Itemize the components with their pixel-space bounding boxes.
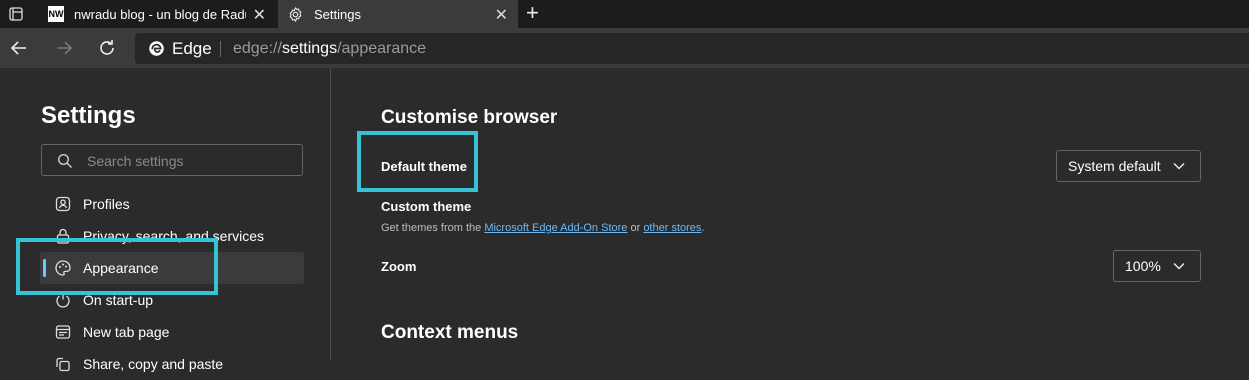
custom-theme-label: Custom theme <box>381 199 472 214</box>
chevron-down-icon <box>1172 259 1186 273</box>
search-input[interactable]: Search settings <box>41 144 303 176</box>
back-arrow-icon <box>10 41 26 55</box>
address-separator <box>220 41 221 57</box>
default-theme-dropdown[interactable]: System default <box>1056 150 1201 182</box>
sidebar-item-new-tab-page[interactable]: New tab page <box>40 316 304 348</box>
close-tab-icon[interactable]: ✕ <box>253 5 266 25</box>
address-bar[interactable]: Edge edge://settings/appearance <box>135 33 1249 64</box>
tab-label: nwradu blog - un blog de Radu Z <box>74 6 246 22</box>
new-tab-button[interactable]: + <box>526 0 539 26</box>
refresh-button[interactable] <box>95 36 119 60</box>
settings-main: Customise browser Default theme System d… <box>331 68 1249 361</box>
sidebar-item-share-copy-paste[interactable]: Share, copy and paste <box>40 348 304 380</box>
close-tab-icon[interactable]: ✕ <box>495 5 508 25</box>
chevron-down-icon <box>1172 159 1186 173</box>
edge-brand-label: Edge <box>172 39 212 58</box>
share-icon <box>54 355 72 373</box>
url-text[interactable]: edge://settings/appearance <box>233 40 426 58</box>
zoom-dropdown[interactable]: 100% <box>1113 250 1201 282</box>
tab-settings[interactable]: Settings ✕ <box>278 0 518 28</box>
highlight-box-appearance <box>16 238 218 295</box>
other-stores-link[interactable]: other stores <box>643 222 701 234</box>
default-theme-value: System default <box>1068 158 1161 174</box>
sidebar-item-label: Share, copy and paste <box>83 356 224 372</box>
back-button[interactable] <box>7 36 31 60</box>
zoom-label: Zoom <box>381 259 417 274</box>
sidebar-item-label: Profiles <box>83 196 130 212</box>
search-placeholder: Search settings <box>87 153 184 169</box>
sidebar-item-profiles[interactable]: Profiles <box>40 188 304 220</box>
edge-logo-icon <box>148 40 165 57</box>
sidebar-item-label: New tab page <box>83 324 170 340</box>
section-title-context-menus: Context menus <box>381 322 519 343</box>
zoom-value: 100% <box>1125 258 1161 274</box>
search-icon <box>57 153 73 169</box>
new-tab-icon <box>54 323 72 341</box>
gear-icon <box>287 6 304 23</box>
nw-favicon-icon: NW <box>48 6 64 22</box>
sidebar-title: Settings <box>41 102 136 129</box>
custom-theme-description: Get themes from the Microsoft Edge Add-O… <box>381 222 705 234</box>
tab-bar: NW nwradu blog - un blog de Radu Z ✕ Set… <box>0 0 1249 28</box>
addon-store-link[interactable]: Microsoft Edge Add-On Store <box>484 222 627 234</box>
highlight-box-default-theme <box>357 131 478 192</box>
forward-button[interactable] <box>52 36 76 60</box>
section-title-customise-browser: Customise browser <box>381 107 558 128</box>
profile-icon <box>54 195 72 213</box>
tab-label: Settings <box>314 6 361 22</box>
refresh-icon <box>100 40 114 55</box>
tab-nwradu-blog[interactable]: NW nwradu blog - un blog de Radu Z ✕ <box>36 0 276 28</box>
settings-sidebar: Settings Search settings Profiles Privac… <box>0 68 331 372</box>
forward-arrow-icon <box>57 41 73 55</box>
tab-actions-icon[interactable] <box>9 7 23 21</box>
